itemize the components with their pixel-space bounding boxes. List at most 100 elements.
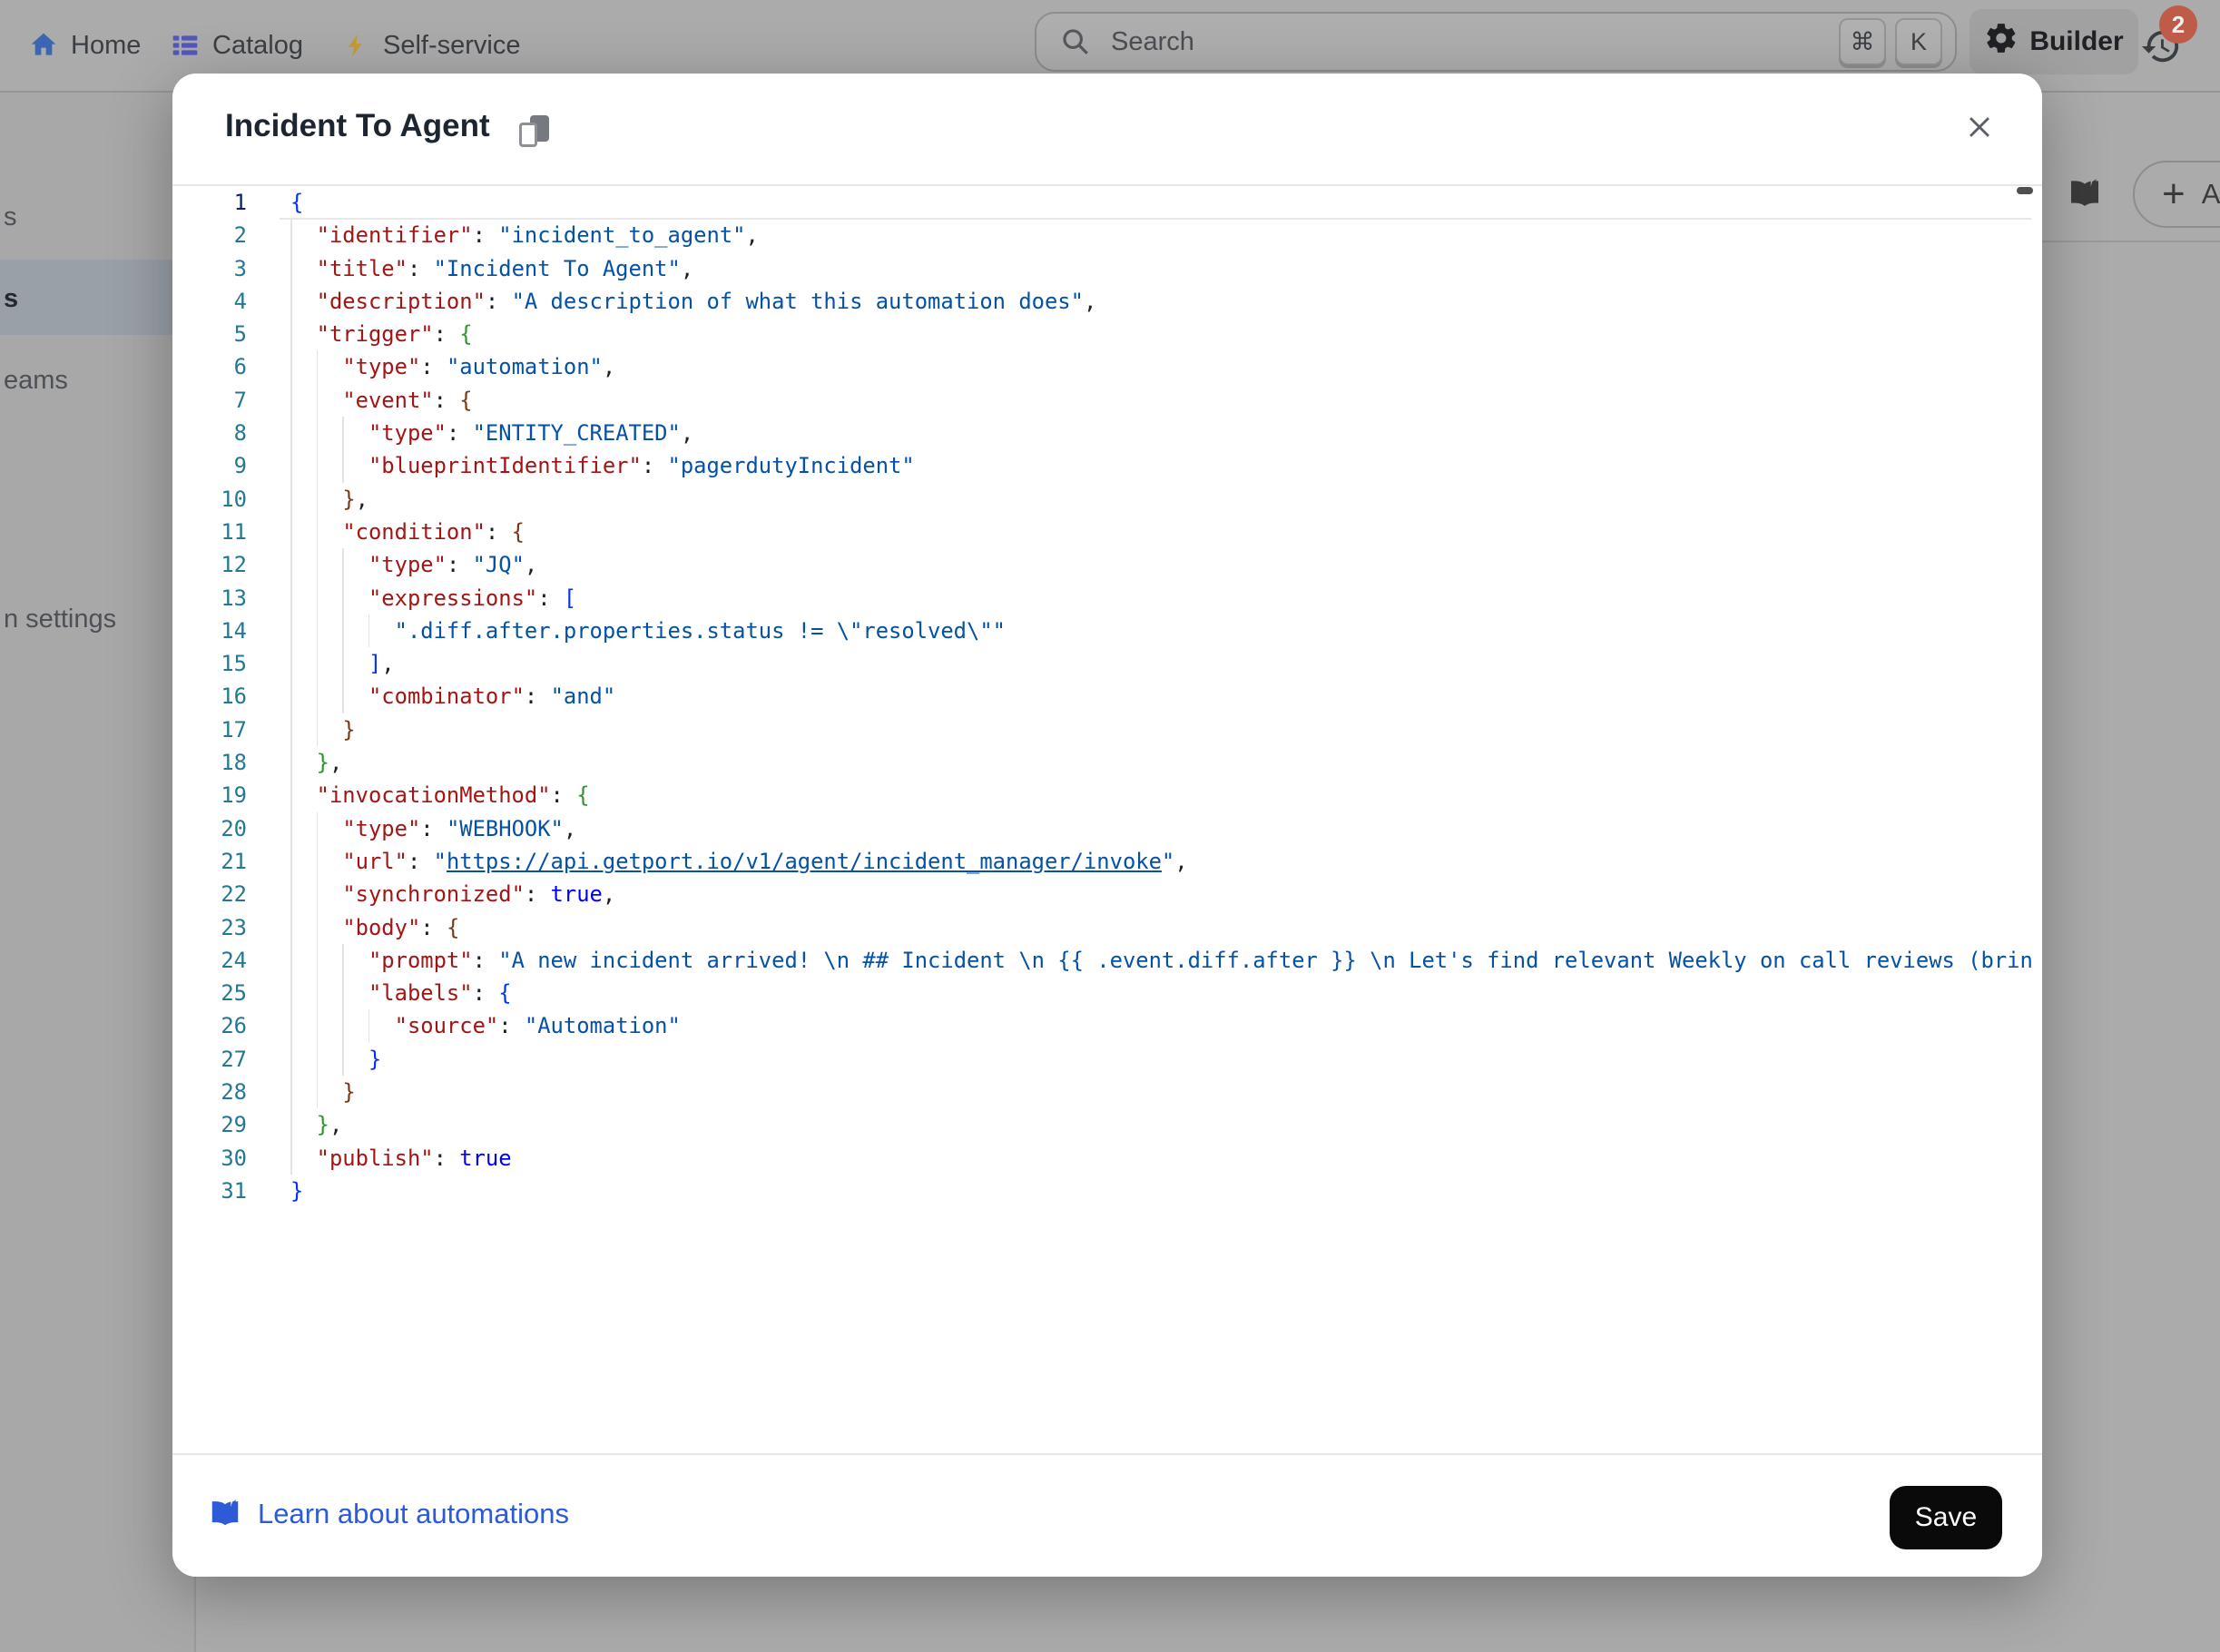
code-line[interactable]: 14 ".diff.after.properties.status != \"r…: [172, 615, 2031, 647]
json-code-editor[interactable]: 1{2 "identifier": "incident_to_agent",3 …: [172, 184, 2042, 1455]
code-line[interactable]: 22 "synchronized": true,: [172, 878, 2031, 910]
line-number: 21: [191, 845, 247, 878]
close-icon: [1964, 112, 1995, 143]
code-line[interactable]: 1{: [172, 186, 2031, 219]
docs-book-icon[interactable]: [2066, 176, 2104, 217]
toolbar-divider: [2042, 241, 2220, 242]
code-text: "body": {: [290, 911, 459, 944]
builder-button[interactable]: Builder: [1970, 9, 2138, 74]
sidebar-item[interactable]: s: [4, 283, 18, 314]
code-text: "source": "Automation": [290, 1009, 681, 1042]
copy-icon[interactable]: [519, 115, 554, 152]
line-number: 23: [191, 911, 247, 944]
sidebar-item[interactable]: s: [4, 202, 17, 232]
code-line[interactable]: 18 },: [172, 746, 2031, 779]
code-text: },: [290, 483, 368, 516]
sidebar-selected-row[interactable]: [0, 260, 196, 335]
code-line[interactable]: 13 "expressions": [: [172, 582, 2031, 615]
code-line[interactable]: 27 }: [172, 1043, 2031, 1076]
code-line[interactable]: 5 "trigger": {: [172, 318, 2031, 350]
learn-about-automations-link[interactable]: Learn about automations: [207, 1497, 569, 1531]
nav-self-service-label: Self-service: [383, 31, 521, 61]
code-line[interactable]: 26 "source": "Automation": [172, 1009, 2031, 1042]
code-text: "description": "A description of what th…: [290, 285, 1096, 318]
code-line[interactable]: 24 "prompt": "A new incident arrived! \n…: [172, 944, 2031, 977]
code-line[interactable]: 23 "body": {: [172, 911, 2031, 944]
nav-item-home[interactable]: Home: [29, 0, 141, 91]
code-line[interactable]: 30 "publish": true: [172, 1142, 2031, 1175]
code-line[interactable]: 29 },: [172, 1108, 2031, 1141]
lightning-icon: [343, 30, 370, 61]
code-line[interactable]: 3 "title": "Incident To Agent",: [172, 252, 2031, 285]
line-number: 14: [191, 615, 247, 647]
line-number: 4: [191, 285, 247, 318]
sidebar-item[interactable]: n settings: [4, 604, 116, 634]
line-number: 8: [191, 417, 247, 449]
code-text: "blueprintIdentifier": "pagerdutyInciden…: [290, 449, 915, 482]
code-line[interactable]: 10 },: [172, 483, 2031, 516]
code-line[interactable]: 15 ],: [172, 647, 2031, 680]
code-line[interactable]: 12 "type": "JQ",: [172, 548, 2031, 581]
code-line[interactable]: 2 "identifier": "incident_to_agent",: [172, 219, 2031, 251]
nav-home-label: Home: [71, 31, 141, 61]
code-line[interactable]: 31}: [172, 1175, 2031, 1207]
code-line[interactable]: 19 "invocationMethod": {: [172, 779, 2031, 811]
line-number: 10: [191, 483, 247, 516]
code-line[interactable]: 9 "blueprintIdentifier": "pagerdutyIncid…: [172, 449, 2031, 482]
gear-icon: [1984, 21, 2019, 63]
add-automation-button[interactable]: + A: [2133, 161, 2220, 228]
audit-history-button[interactable]: 2: [2140, 18, 2198, 76]
code-text: "invocationMethod": {: [290, 779, 590, 811]
code-line[interactable]: 6 "type": "automation",: [172, 350, 2031, 383]
code-text: ],: [290, 647, 395, 680]
code-text: },: [290, 1108, 342, 1141]
line-number: 7: [191, 384, 247, 417]
code-text: }: [290, 713, 356, 746]
line-number: 27: [191, 1043, 247, 1076]
save-button[interactable]: Save: [1890, 1486, 2002, 1549]
modal-title: Incident To Agent: [225, 108, 490, 144]
code-text: ".diff.after.properties.status != \"reso…: [290, 615, 1006, 647]
line-number: 16: [191, 680, 247, 713]
code-line[interactable]: 20 "type": "WEBHOOK",: [172, 812, 2031, 845]
line-number: 31: [191, 1175, 247, 1207]
code-text: "expressions": [: [290, 582, 576, 615]
code-text: "labels": {: [290, 977, 512, 1009]
line-number: 12: [191, 548, 247, 581]
code-line[interactable]: 8 "type": "ENTITY_CREATED",: [172, 417, 2031, 449]
code-text: "condition": {: [290, 516, 525, 548]
line-number: 11: [191, 516, 247, 548]
line-number: 24: [191, 944, 247, 977]
search-input[interactable]: Search ⌘ K: [1035, 12, 1957, 72]
nav-catalog-label: Catalog: [212, 31, 303, 61]
add-automation-label: A: [2202, 178, 2220, 211]
line-number: 13: [191, 582, 247, 615]
code-line[interactable]: 16 "combinator": "and": [172, 680, 2031, 713]
line-number: 1: [191, 186, 247, 219]
close-button[interactable]: [1960, 108, 1999, 146]
code-line[interactable]: 25 "labels": {: [172, 977, 2031, 1009]
code-line[interactable]: 17 }: [172, 713, 2031, 746]
automation-editor-modal: Incident To Agent 1{2 "identifier": "inc…: [172, 74, 2042, 1577]
code-text: },: [290, 746, 342, 779]
code-text: }: [290, 1175, 303, 1207]
line-number: 18: [191, 746, 247, 779]
modal-footer: Learn about automations Save: [172, 1455, 2042, 1577]
code-line[interactable]: 7 "event": {: [172, 384, 2031, 417]
code-line[interactable]: 28 }: [172, 1076, 2031, 1108]
code-line[interactable]: 11 "condition": {: [172, 516, 2031, 548]
line-number: 30: [191, 1142, 247, 1175]
code-line[interactable]: 21 "url": "https://api.getport.io/v1/age…: [172, 845, 2031, 878]
code-line[interactable]: 4 "description": "A description of what …: [172, 285, 2031, 318]
builder-label: Builder: [2029, 26, 2123, 57]
scrollbar-thumb[interactable]: [2017, 187, 2033, 194]
cmd-key: ⌘: [1839, 18, 1886, 65]
home-icon: [29, 31, 58, 60]
sidebar-item[interactable]: eams: [4, 365, 68, 396]
line-number: 3: [191, 252, 247, 285]
code-text: "prompt": "A new incident arrived! \n ##…: [290, 944, 2031, 977]
code-text: }: [290, 1043, 381, 1076]
code-text: "type": "ENTITY_CREATED",: [290, 417, 693, 449]
line-number: 6: [191, 350, 247, 383]
code-text: }: [290, 1076, 356, 1108]
